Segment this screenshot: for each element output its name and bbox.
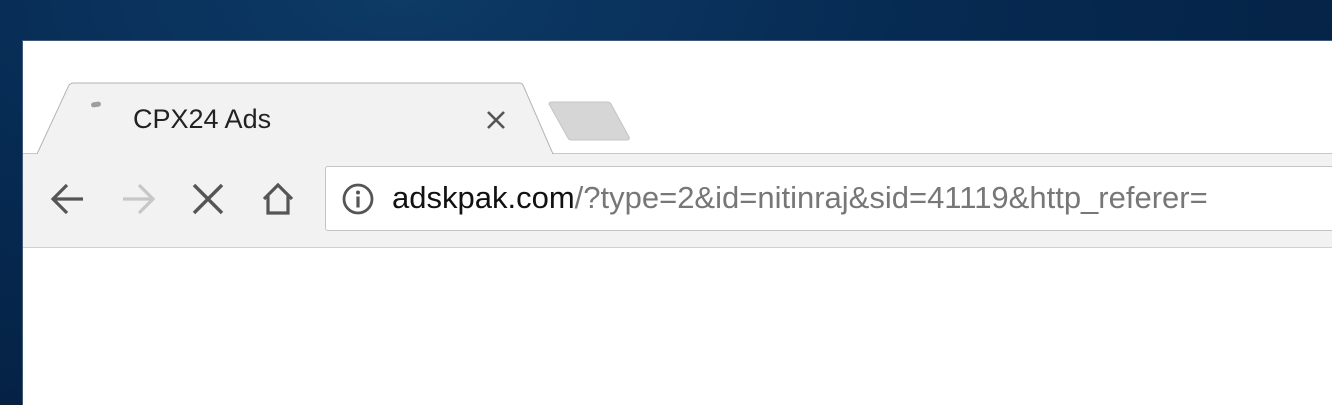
active-tab-shape [36, 82, 554, 155]
address-bar[interactable]: adskpak.com/?type=2&id=nitinraj&sid=4111… [325, 166, 1332, 231]
stop-button[interactable] [185, 176, 231, 222]
back-button[interactable] [45, 176, 91, 222]
url-domain: adskpak.com [392, 180, 575, 215]
toolbar: adskpak.com/?type=2&id=nitinraj&sid=4111… [23, 154, 1332, 248]
home-button[interactable] [255, 176, 301, 222]
url-text[interactable]: adskpak.com/?type=2&id=nitinraj&sid=4111… [392, 180, 1208, 216]
back-arrow-icon [50, 183, 83, 215]
page-content [23, 248, 1332, 405]
forward-button[interactable] [115, 176, 161, 222]
new-tab-button[interactable] [547, 101, 631, 143]
info-icon[interactable] [342, 183, 374, 215]
tab-strip-shapes [23, 82, 1332, 155]
home-icon [262, 182, 294, 215]
url-path: /?type=2&id=nitinraj&sid=41119&http_refe… [574, 180, 1208, 215]
forward-arrow-icon [123, 183, 156, 215]
browser-window: CPX24 Ads adskpak.com/?type=2&id=nitinra… [22, 40, 1332, 405]
tab-title[interactable]: CPX24 Ads [133, 104, 271, 135]
tab-strip: CPX24 Ads [23, 41, 1332, 155]
close-icon[interactable] [482, 106, 510, 134]
stop-icon [192, 183, 224, 215]
